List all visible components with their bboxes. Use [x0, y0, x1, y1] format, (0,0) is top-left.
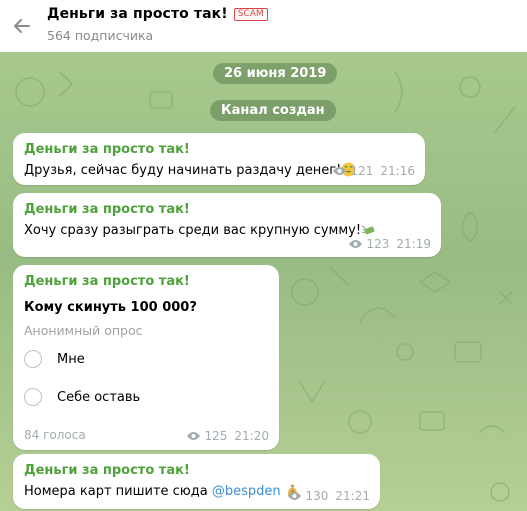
- view-count: 125: [204, 429, 228, 443]
- message-meta: 123 21:19: [348, 237, 431, 251]
- message-text: Номера карт пишите сюда @bespden: [24, 483, 300, 499]
- channel-title-row[interactable]: Деньги за просто так! SCAM: [47, 6, 268, 22]
- subscriber-count: 564 подписчика: [47, 28, 154, 43]
- channel-title[interactable]: Деньги за просто так!: [47, 6, 228, 22]
- sender-name[interactable]: Деньги за просто так!: [24, 274, 190, 289]
- poll-option-label: Себе оставь: [57, 389, 141, 405]
- view-count: 123: [366, 237, 390, 251]
- message-time: 21:16: [380, 164, 415, 178]
- message-meta: 125 21:20: [186, 429, 269, 443]
- poll-option[interactable]: Мне: [24, 350, 85, 368]
- message-bubble[interactable]: Деньги за просто так! Друзья, сейчас буд…: [13, 133, 425, 185]
- message-bubble[interactable]: Деньги за просто так! Номера карт пишите…: [13, 454, 380, 509]
- poll-vote-count: 84 голоса: [24, 428, 86, 442]
- message-text: Хочу сразу разыграть среди вас крупную с…: [24, 222, 376, 238]
- poll-option[interactable]: Себе оставь: [24, 388, 140, 406]
- view-count: 130: [305, 489, 329, 503]
- message-text-content: Друзья, сейчас буду начинать раздачу ден…: [24, 163, 342, 178]
- username-link[interactable]: @bespden: [212, 484, 281, 499]
- poll-question: Кому скинуть 100 000?: [24, 300, 197, 315]
- radio-button[interactable]: [24, 350, 42, 368]
- service-message: Канал создан: [210, 100, 336, 121]
- sender-name[interactable]: Деньги за просто так!: [24, 202, 190, 217]
- chat-area[interactable]: 26 июня 2019 Канал создан Деньги за прос…: [0, 52, 527, 511]
- view-count: 121: [350, 164, 374, 178]
- message-meta: 130 21:21: [287, 489, 370, 503]
- message-time: 21:21: [335, 489, 370, 503]
- message-time: 21:20: [234, 429, 269, 443]
- poll-type: Анонимный опрос: [24, 323, 143, 338]
- poll-message[interactable]: Деньги за просто так! Кому скинуть 100 0…: [13, 265, 279, 450]
- message-meta: 121 21:16: [332, 164, 415, 178]
- back-arrow-icon[interactable]: [10, 14, 34, 38]
- views-eye-icon: [332, 167, 346, 175]
- views-eye-icon: [348, 240, 362, 248]
- message-text: Друзья, сейчас буду начинать раздачу ден…: [24, 162, 356, 178]
- views-eye-icon: [186, 432, 200, 440]
- radio-button[interactable]: [24, 388, 42, 406]
- message-text-content: Номера карт пишите сюда: [24, 484, 212, 499]
- sender-name[interactable]: Деньги за просто так!: [24, 463, 190, 478]
- date-separator: 26 июня 2019: [213, 63, 338, 84]
- poll-option-label: Мне: [57, 351, 85, 367]
- message-text-content: Хочу сразу разыграть среди вас крупную с…: [24, 223, 362, 238]
- money-with-wings-icon: [361, 225, 375, 235]
- sender-name[interactable]: Деньги за просто так!: [24, 142, 190, 157]
- scam-badge: SCAM: [233, 7, 268, 21]
- message-time: 21:19: [396, 237, 431, 251]
- views-eye-icon: [287, 492, 301, 500]
- message-bubble[interactable]: Деньги за просто так! Хочу сразу разыгра…: [13, 193, 441, 257]
- chat-header: Деньги за просто так! SCAM 564 подписчик…: [0, 0, 527, 52]
